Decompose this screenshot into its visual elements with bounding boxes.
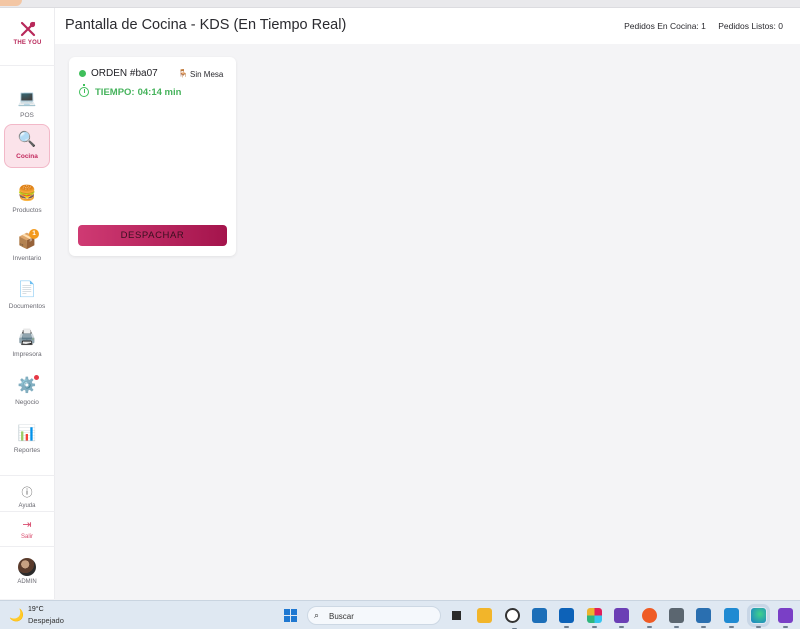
inventory-badge: 1 bbox=[29, 229, 39, 239]
bar-chart-icon: 📊 bbox=[17, 425, 37, 442]
logout-button[interactable]: ⇥ Salir bbox=[4, 518, 50, 540]
document-icon: 📄 bbox=[17, 281, 37, 298]
sidebar-divider bbox=[0, 475, 55, 476]
search-input[interactable] bbox=[329, 609, 434, 623]
sidebar-item-inventario[interactable]: 📦 1 Inventario bbox=[4, 227, 50, 271]
stopwatch-icon bbox=[79, 84, 89, 97]
os-taskbar: 🌙 19°C Despejado ⌕ bbox=[0, 600, 800, 629]
order-table: Sin Mesa bbox=[190, 70, 224, 79]
sidebar-item-productos[interactable]: 🍔 Productos bbox=[4, 179, 50, 223]
laptop-icon: 💻 bbox=[17, 90, 37, 107]
sidebar-item-label: POS bbox=[20, 112, 34, 119]
sidebar: THE YOU 💻 POS 🔍 Cocina 🍔 Productos 📦 1 In… bbox=[0, 8, 55, 599]
gear-icon: ⚙️ bbox=[4, 375, 50, 395]
sidebar-item-label: Negocio bbox=[15, 399, 39, 406]
sidebar-item-documentos[interactable]: 📄 Documentos bbox=[4, 275, 50, 319]
sidebar-item-impresora[interactable]: 🖨️ Impresora bbox=[4, 323, 50, 367]
printer-icon: 🖨️ bbox=[17, 329, 37, 346]
windows-start-icon[interactable] bbox=[284, 609, 297, 622]
package-icon: 📦 1 bbox=[4, 229, 50, 251]
sidebar-item-reportes[interactable]: 📊 Reportes bbox=[4, 419, 50, 463]
sidebar-item-label: Cocina bbox=[16, 153, 38, 160]
sidebar-divider bbox=[0, 65, 55, 66]
slack-icon[interactable] bbox=[587, 608, 602, 628]
sidebar-divider bbox=[0, 546, 55, 547]
sidebar-item-label: Inventario bbox=[12, 255, 42, 262]
vscode-icon[interactable] bbox=[724, 608, 739, 628]
order-counters: Pedidos En Cocina: 1 Pedidos Listos: 0 bbox=[614, 21, 783, 31]
magnifier-icon: 🔍 bbox=[17, 131, 37, 148]
sidebar-item-label: Documentos bbox=[8, 303, 46, 310]
visual-studio-purple-icon[interactable] bbox=[778, 608, 793, 628]
taskbar-search[interactable]: ⌕ bbox=[307, 606, 441, 625]
browser-tab-strip bbox=[0, 0, 800, 8]
calculator-icon[interactable] bbox=[669, 608, 684, 628]
brand[interactable]: THE YOU bbox=[0, 20, 55, 46]
help-button[interactable]: ⓘ Ayuda bbox=[4, 484, 50, 509]
weather-description[interactable]: Despejado bbox=[28, 616, 64, 625]
help-icon: ⓘ bbox=[21, 487, 33, 499]
sidebar-item-label: Reportes bbox=[13, 447, 41, 454]
logout-label: Salir bbox=[20, 534, 33, 540]
sidebar-item-negocio[interactable]: ⚙️ Negocio bbox=[4, 371, 50, 415]
order-timer: TIEMPO: 04:14 min bbox=[95, 87, 181, 98]
sidebar-item-label: Impresora bbox=[12, 351, 42, 358]
help-label: Ayuda bbox=[18, 503, 36, 509]
user-profile[interactable]: ADMIN bbox=[4, 558, 50, 585]
database-icon[interactable] bbox=[696, 608, 711, 628]
search-icon: ⌕ bbox=[314, 610, 320, 620]
sidebar-divider bbox=[0, 511, 55, 512]
files-folder-icon[interactable] bbox=[477, 608, 492, 623]
order-status-dot bbox=[79, 70, 86, 77]
timer-label: TIEMPO: bbox=[95, 87, 135, 98]
order-id: ORDEN #ba07 bbox=[91, 68, 158, 79]
table-icon: 🪑 bbox=[178, 69, 188, 78]
postman-icon[interactable] bbox=[642, 608, 657, 628]
dispatch-button[interactable]: DESPACHAR bbox=[78, 225, 227, 246]
weather-temperature[interactable]: 19°C bbox=[28, 606, 44, 613]
burger-icon: 🍔 bbox=[17, 185, 37, 202]
notification-dot bbox=[34, 375, 39, 380]
kitchen-orders-count: Pedidos En Cocina: 1 bbox=[624, 21, 706, 31]
brand-name: THE YOU bbox=[13, 40, 42, 46]
sidebar-item-cocina[interactable]: 🔍 Cocina bbox=[4, 124, 50, 168]
avatar bbox=[18, 558, 36, 576]
browser-tab-edge bbox=[0, 0, 22, 6]
order-card: ORDEN #ba07 🪑 Sin Mesa TIEMPO: 04:14 min … bbox=[69, 57, 236, 256]
ready-orders-count: Pedidos Listos: 0 bbox=[718, 21, 783, 31]
edge-icon[interactable] bbox=[747, 604, 770, 628]
timer-value: 04:14 min bbox=[137, 87, 182, 98]
outlook-icon[interactable] bbox=[559, 608, 574, 628]
user-label: ADMIN bbox=[17, 579, 37, 585]
utensils-logo-icon bbox=[20, 21, 35, 37]
sidebar-item-label: Productos bbox=[12, 207, 42, 214]
visual-studio-icon[interactable] bbox=[614, 608, 629, 628]
sidebar-item-pos[interactable]: 💻 POS bbox=[4, 84, 50, 128]
file-explorer-icon[interactable] bbox=[449, 608, 464, 623]
page-header: Pantalla de Cocina - KDS (En Tiempo Real… bbox=[55, 8, 800, 44]
logout-icon: ⇥ bbox=[22, 519, 32, 531]
moon-icon[interactable]: 🌙 bbox=[9, 608, 24, 622]
store-icon[interactable] bbox=[532, 608, 547, 623]
panda-icon[interactable] bbox=[505, 608, 520, 629]
page-title: Pantalla de Cocina - KDS (En Tiempo Real… bbox=[65, 17, 347, 33]
